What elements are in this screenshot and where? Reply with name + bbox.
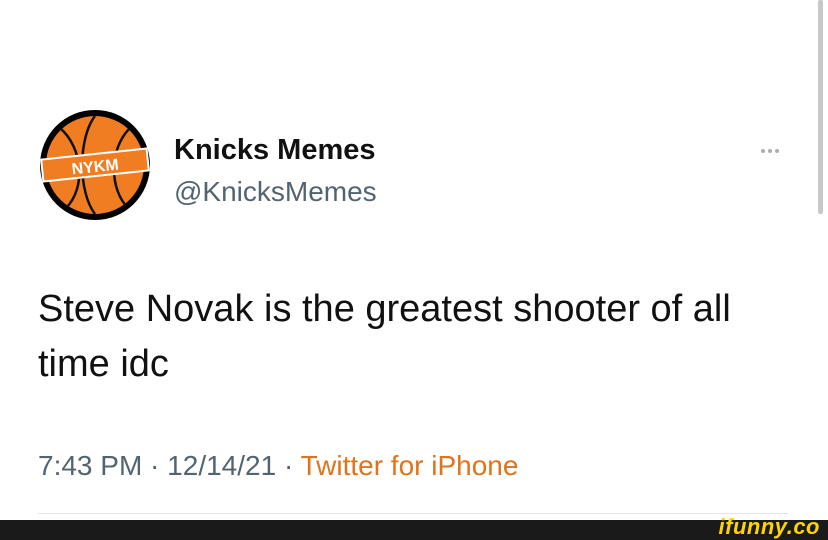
tweet-date[interactable]: 12/14/21 (167, 450, 276, 481)
meta-separator: · (142, 450, 168, 481)
display-name[interactable]: Knicks Memes (174, 134, 376, 167)
meta-separator: · (276, 450, 301, 481)
tweet-time[interactable]: 7:43 PM (38, 450, 142, 481)
more-horizontal-icon (768, 149, 772, 153)
more-horizontal-icon (761, 149, 765, 153)
tweet-header: NYKM Knicks Memes @KnicksMemes (38, 108, 798, 226)
tweet-metadata: 7:43 PM · 12/14/21 · Twitter for iPhone (38, 450, 518, 482)
more-options-button[interactable] (750, 142, 790, 160)
footer-bar: ifunny.co (0, 514, 828, 540)
more-horizontal-icon (775, 149, 779, 153)
tweet-text: Steve Novak is the greatest shooter of a… (38, 288, 731, 385)
divider (38, 513, 788, 514)
avatar[interactable]: NYKM (38, 108, 152, 222)
user-handle[interactable]: @KnicksMemes (174, 176, 377, 208)
watermark: ifunny.co (718, 514, 820, 539)
scrollbar[interactable] (818, 0, 823, 214)
tweet-source-link[interactable]: Twitter for iPhone (301, 450, 519, 481)
